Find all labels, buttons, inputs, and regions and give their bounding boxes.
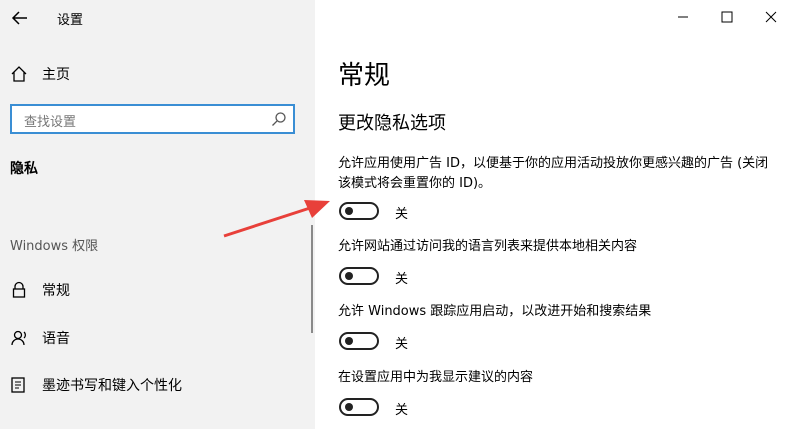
main-content: 常规 更改隐私选项 允许应用使用广告 ID，以便基于你的应用活动投放你更感兴趣的…	[315, 0, 791, 429]
sidebar-item-label: 常规	[42, 283, 70, 299]
option-description: 在设置应用中为我显示建议的内容	[338, 370, 534, 385]
toggle-state: 关	[395, 403, 409, 418]
toggle-suggested-content[interactable]	[339, 398, 379, 416]
sidebar-item-label: 墨迹书写和键入个性化	[42, 378, 182, 394]
sidebar-item-general[interactable]: 常规	[10, 278, 70, 302]
home-icon	[10, 65, 28, 83]
toggle-state: 关	[395, 272, 409, 287]
sidebar-item-label: 主页	[42, 67, 70, 83]
minimize-icon[interactable]	[670, 6, 696, 28]
section-subtitle: 更改隐私选项	[338, 113, 446, 134]
option-description: 允许应用使用广告 ID，以便基于你的应用活动投放你更感兴趣的广告 (关闭该模式将…	[338, 156, 769, 191]
sidebar-item-speech[interactable]: 语音	[10, 326, 70, 350]
toggle-advertising-id[interactable]	[339, 202, 379, 220]
section-header: 隐私	[10, 161, 38, 177]
group-label: Windows 权限	[10, 239, 99, 254]
sidebar-item-label: 语音	[42, 331, 70, 347]
speech-icon	[10, 329, 28, 347]
option-description: 允许网站通过访问我的语言列表来提供本地相关内容	[338, 239, 638, 254]
search-placeholder: 查找设置	[24, 115, 77, 130]
annotation-arrow-icon	[223, 200, 330, 238]
pen-keyboard-icon	[10, 376, 28, 394]
toggle-knob	[345, 207, 353, 215]
sidebar-item-inking[interactable]: 墨迹书写和键入个性化	[10, 373, 182, 397]
page-title: 常规	[338, 61, 391, 91]
toggle-knob	[345, 337, 353, 345]
search-input[interactable]: 查找设置	[10, 104, 295, 134]
toggle-knob	[345, 403, 353, 411]
app-title: 设置	[57, 13, 84, 28]
toggle-state: 关	[395, 337, 409, 352]
back-arrow-icon[interactable]	[10, 9, 30, 27]
sidebar-item-home[interactable]: 主页	[10, 62, 70, 86]
toggle-state: 关	[395, 207, 409, 222]
toggle-language-list[interactable]	[339, 267, 379, 285]
search-icon[interactable]	[271, 111, 287, 127]
toggle-app-launch-tracking[interactable]	[339, 332, 379, 350]
toggle-knob	[345, 272, 353, 280]
maximize-icon[interactable]	[714, 6, 740, 28]
lock-icon	[10, 281, 28, 299]
option-description: 允许 Windows 跟踪应用启动，以改进开始和搜索结果	[338, 304, 652, 319]
close-icon[interactable]	[758, 6, 784, 28]
